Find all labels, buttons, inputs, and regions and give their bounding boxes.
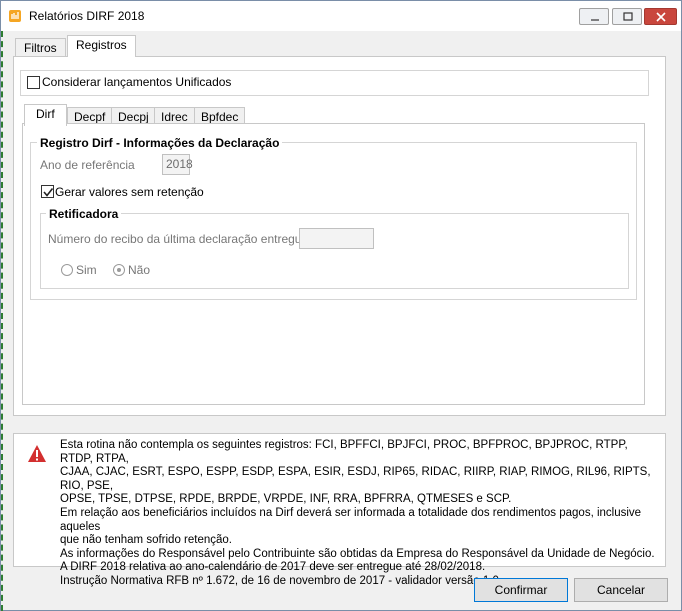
tab-registros[interactable]: Registros <box>67 35 136 57</box>
minimize-icon <box>591 19 599 21</box>
info-line: A DIRF 2018 relativa ao ano-calendário d… <box>60 561 486 574</box>
radio-nao[interactable] <box>113 264 125 276</box>
info-text: Esta rotina não contempla os seguintes r… <box>60 439 662 589</box>
checkmark-icon <box>43 188 54 197</box>
unify-label: Considerar lançamentos Unificados <box>42 75 232 89</box>
no-retention-checkbox[interactable] <box>41 185 54 198</box>
registro-dirf-group-title: Registro Dirf - Informações da Declaraçã… <box>37 136 283 150</box>
retificadora-group <box>40 213 629 289</box>
close-button[interactable] <box>644 8 677 25</box>
info-line: OPSE, TPSE, DTPSE, RPDE, BRPDE, VRPDE, I… <box>60 493 512 506</box>
maximize-icon <box>623 12 633 21</box>
left-edge-decoration <box>1 31 3 611</box>
cancel-button[interactable]: Cancelar <box>574 578 668 602</box>
close-icon <box>656 12 666 22</box>
unify-checkbox[interactable] <box>27 76 40 89</box>
tab-dirf[interactable]: Dirf <box>24 104 67 126</box>
info-line: que não tenham sofrido retenção. <box>60 534 232 547</box>
radio-sim-label: Sim <box>76 263 97 277</box>
report-app-icon <box>9 10 21 22</box>
year-field[interactable]: 2018 <box>162 154 193 175</box>
info-line: Em relação aos beneficiários incluídos n… <box>60 506 645 533</box>
receipt-label: Número do recibo da última declaração en… <box>48 232 309 246</box>
title-bar[interactable]: Relatórios DIRF 2018 <box>1 1 681 31</box>
tab-filtros[interactable]: Filtros <box>15 38 66 58</box>
minimize-button[interactable] <box>579 8 609 25</box>
retificadora-group-title: Retificadora <box>46 207 122 221</box>
info-line: As informações do Responsável pelo Contr… <box>60 547 655 560</box>
window-title: Relatórios DIRF 2018 <box>29 9 145 23</box>
radio-sim[interactable] <box>61 264 73 276</box>
info-line: Esta rotina não contempla os seguintes r… <box>60 439 631 465</box>
info-line: Instrução Normativa RFB nº 1.672, de 16 … <box>60 574 503 587</box>
year-label: Ano de referência <box>40 158 135 172</box>
confirm-button[interactable]: Confirmar <box>474 578 568 602</box>
no-retention-label: Gerar valores sem retenção <box>55 185 204 199</box>
dirf-report-window: Relatórios DIRF 2018 Filtros Registros C… <box>0 0 682 611</box>
receipt-field[interactable] <box>299 228 374 249</box>
radio-nao-label: Não <box>128 263 151 277</box>
maximize-button[interactable] <box>612 8 642 25</box>
info-line: CJAA, CJAC, ESRT, ESPO, ESPP, ESDP, ESPA… <box>60 466 654 492</box>
warning-icon <box>28 445 46 462</box>
